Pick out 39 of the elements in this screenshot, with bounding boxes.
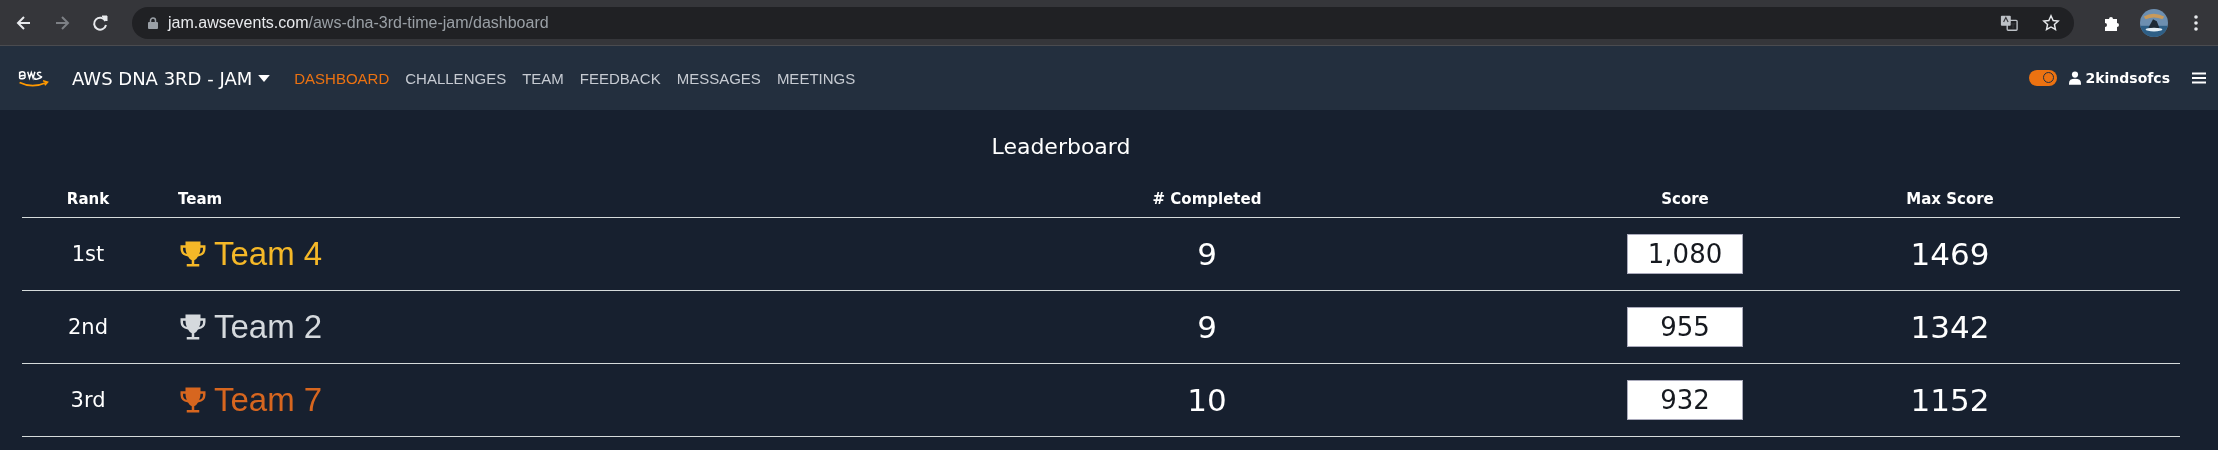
completed-cell-text: 9 — [1196, 235, 1218, 274]
column-header: Team — [177, 189, 224, 210]
column-header: Score — [1660, 189, 1710, 210]
username-link[interactable]: 2kindsofcs — [2085, 70, 2170, 86]
user-icon — [2069, 71, 2082, 85]
nav-link[interactable]: CHALLENGES — [405, 69, 507, 87]
lock-icon — [148, 16, 158, 29]
caret-icon — [258, 74, 271, 82]
rank-cell-text: 3rd — [69, 387, 107, 414]
menu-icon[interactable] — [2192, 72, 2206, 84]
nav-link[interactable]: DASHBOARD — [294, 69, 390, 87]
column-header: Rank — [65, 189, 111, 210]
nav-link[interactable]: TEAM — [522, 69, 564, 87]
theme-toggle[interactable] — [2029, 70, 2058, 86]
team-name: Team 4 — [214, 235, 323, 273]
score-field: 1,080 — [1627, 234, 1743, 274]
team-name: Team 2 — [214, 308, 323, 346]
url-text: jam.awsevents.com/aws-dna-3rd-time-jam/dashboard — [168, 13, 549, 32]
completed-cell-text: 10 — [1186, 381, 1228, 420]
score-field: 955 — [1627, 307, 1743, 347]
team-name: Team 7 — [214, 381, 323, 419]
max-score-cell-text: 1152 — [1909, 381, 1991, 420]
max-score-cell-text: 1342 — [1909, 308, 1991, 347]
score-field: 932 — [1627, 380, 1743, 420]
max-score-cell-text: 1469 — [1909, 235, 1991, 274]
reload-icon[interactable] — [90, 12, 110, 33]
leaderboard-title: Leaderboard — [990, 133, 1132, 161]
rank-cell-text: 2nd — [67, 314, 109, 341]
column-header: # Completed — [1151, 189, 1263, 210]
event-dropdown[interactable]: AWS DNA 3RD - JAM — [72, 67, 271, 89]
address-bar[interactable]: jam.awsevents.com/aws-dna-3rd-time-jam/dashboard — [132, 6, 2074, 39]
nav-link[interactable]: MESSAGES — [676, 69, 761, 87]
completed-cell-text: 9 — [1196, 308, 1218, 347]
column-header: Max Score — [1905, 189, 1995, 210]
star-icon[interactable] — [2042, 13, 2060, 32]
nav-link[interactable]: MEETINGS — [776, 69, 856, 87]
nav-link[interactable]: FEEDBACK — [579, 69, 661, 87]
rank-cell-text: 1st — [70, 241, 106, 268]
translate-icon[interactable] — [2000, 13, 2018, 32]
